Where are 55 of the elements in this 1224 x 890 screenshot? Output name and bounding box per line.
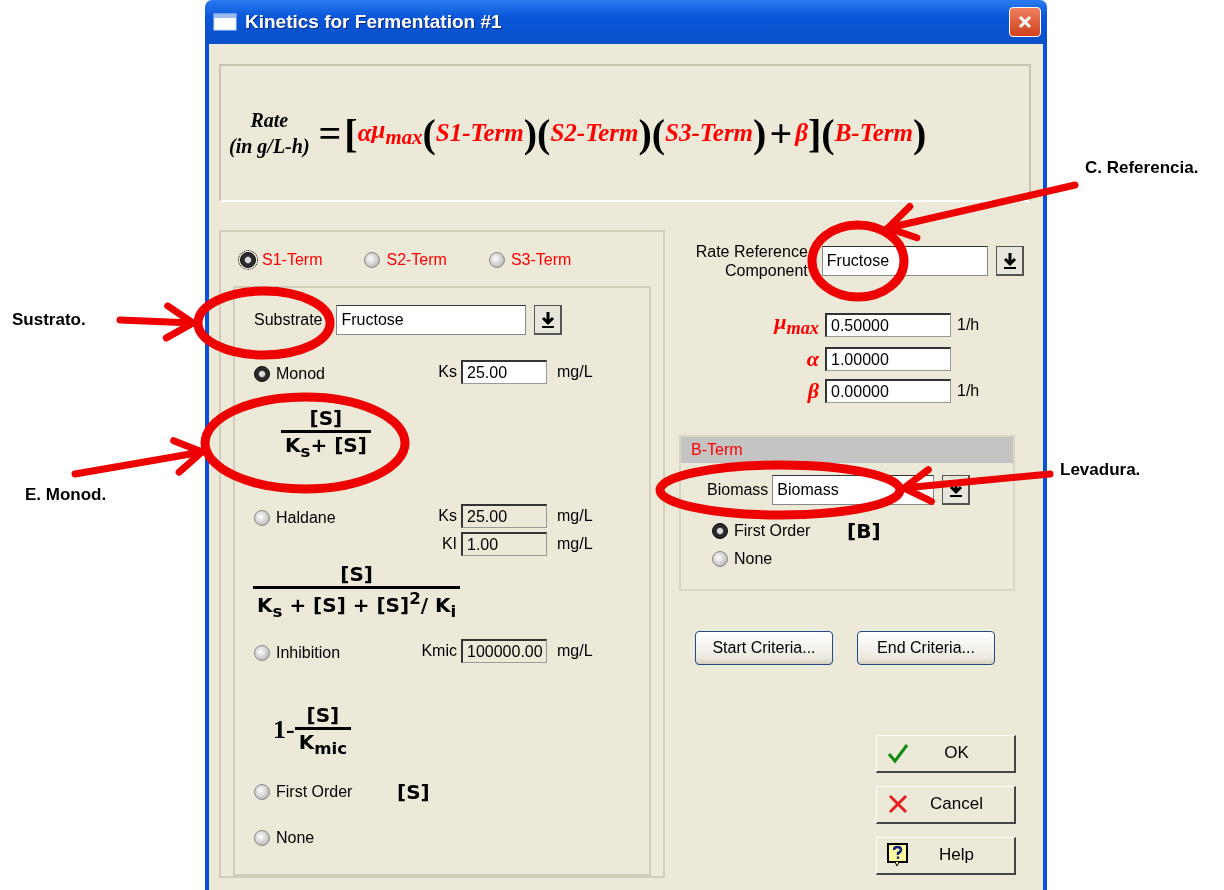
parameter-label: Kmic (421, 641, 457, 660)
annotation-label: C. Referencia. (1085, 158, 1199, 178)
constant-field[interactable]: 0.50000 (825, 312, 951, 337)
unit-label: 1/h (957, 381, 981, 400)
rate-reference-label: Rate Reference Component (694, 242, 808, 281)
constant-symbol: β (806, 377, 819, 404)
b-term-radio[interactable]: None (711, 548, 847, 569)
annotation-label: Sustrato. (12, 310, 86, 330)
criteria-button[interactable]: Start Criteria... (695, 630, 833, 665)
annotation-label: Levadura. (1060, 460, 1141, 480)
help-icon (887, 843, 909, 868)
parameter-field[interactable]: 25.00 (461, 360, 547, 384)
model-radio[interactable]: None (253, 823, 453, 852)
down-arrow-icon (540, 310, 556, 329)
window-title: Kinetics for Fermentation #1 (245, 11, 503, 33)
reference-dropdown[interactable]: Fructose (821, 246, 989, 277)
cancel-button[interactable]: Cancel (876, 785, 1016, 824)
substrate-dropdown[interactable]: Fructose (336, 305, 527, 335)
unit-label: mg/L (557, 507, 594, 525)
model-radio[interactable]: Haldane (253, 504, 439, 532)
parameter-label: KI (441, 535, 457, 553)
formula: [B] (847, 518, 881, 543)
window-icon (213, 13, 237, 31)
b-term-radio[interactable]: First Order (711, 520, 847, 541)
constant-symbol: μ$_{max}$ (772, 309, 819, 340)
constant-field[interactable]: 1.00000 (825, 346, 951, 371)
down-arrow-icon (1001, 251, 1018, 270)
unit-label: 1/h (957, 315, 981, 334)
substrate-label: Substrate (254, 311, 323, 329)
close-button[interactable] (1009, 7, 1041, 37)
dropdown-button[interactable] (534, 305, 563, 335)
formula: [S] K$_{s}$ + [S] + [S]$^{2}$/ K$_{i}$ (253, 562, 649, 621)
model-radio[interactable]: Inhibition (253, 638, 422, 667)
close-icon (1017, 14, 1033, 30)
unit-label: mg/L (557, 641, 594, 660)
criteria-button[interactable]: End Criteria... (857, 630, 995, 665)
formula: 1- [S] K$_{mic}$ (273, 702, 649, 758)
dropdown-button[interactable] (996, 246, 1024, 277)
unit-label: mg/L (557, 363, 594, 381)
model-radio[interactable]: Monod (253, 360, 439, 388)
ok-button[interactable]: OK (876, 734, 1016, 773)
constant-symbol: α (805, 345, 819, 372)
check-icon (887, 742, 909, 765)
unit-label: mg/L (557, 535, 594, 553)
rate-label: Rate (in g/L-h) (229, 108, 310, 159)
formula: [S] K$_{s}$+ [S] (281, 406, 649, 461)
parameter-label: Ks (438, 363, 457, 381)
b-term-header: B-Term (681, 436, 1013, 463)
biomass-label: Biomass (706, 480, 769, 499)
help-button[interactable]: Help (876, 836, 1016, 875)
annotation-label: E. Monod. (25, 485, 107, 505)
parameter-label: Ks (438, 507, 457, 525)
formula: [S] (397, 779, 430, 804)
cross-icon (887, 793, 909, 816)
constant-field[interactable]: 0.00000 (825, 378, 951, 403)
